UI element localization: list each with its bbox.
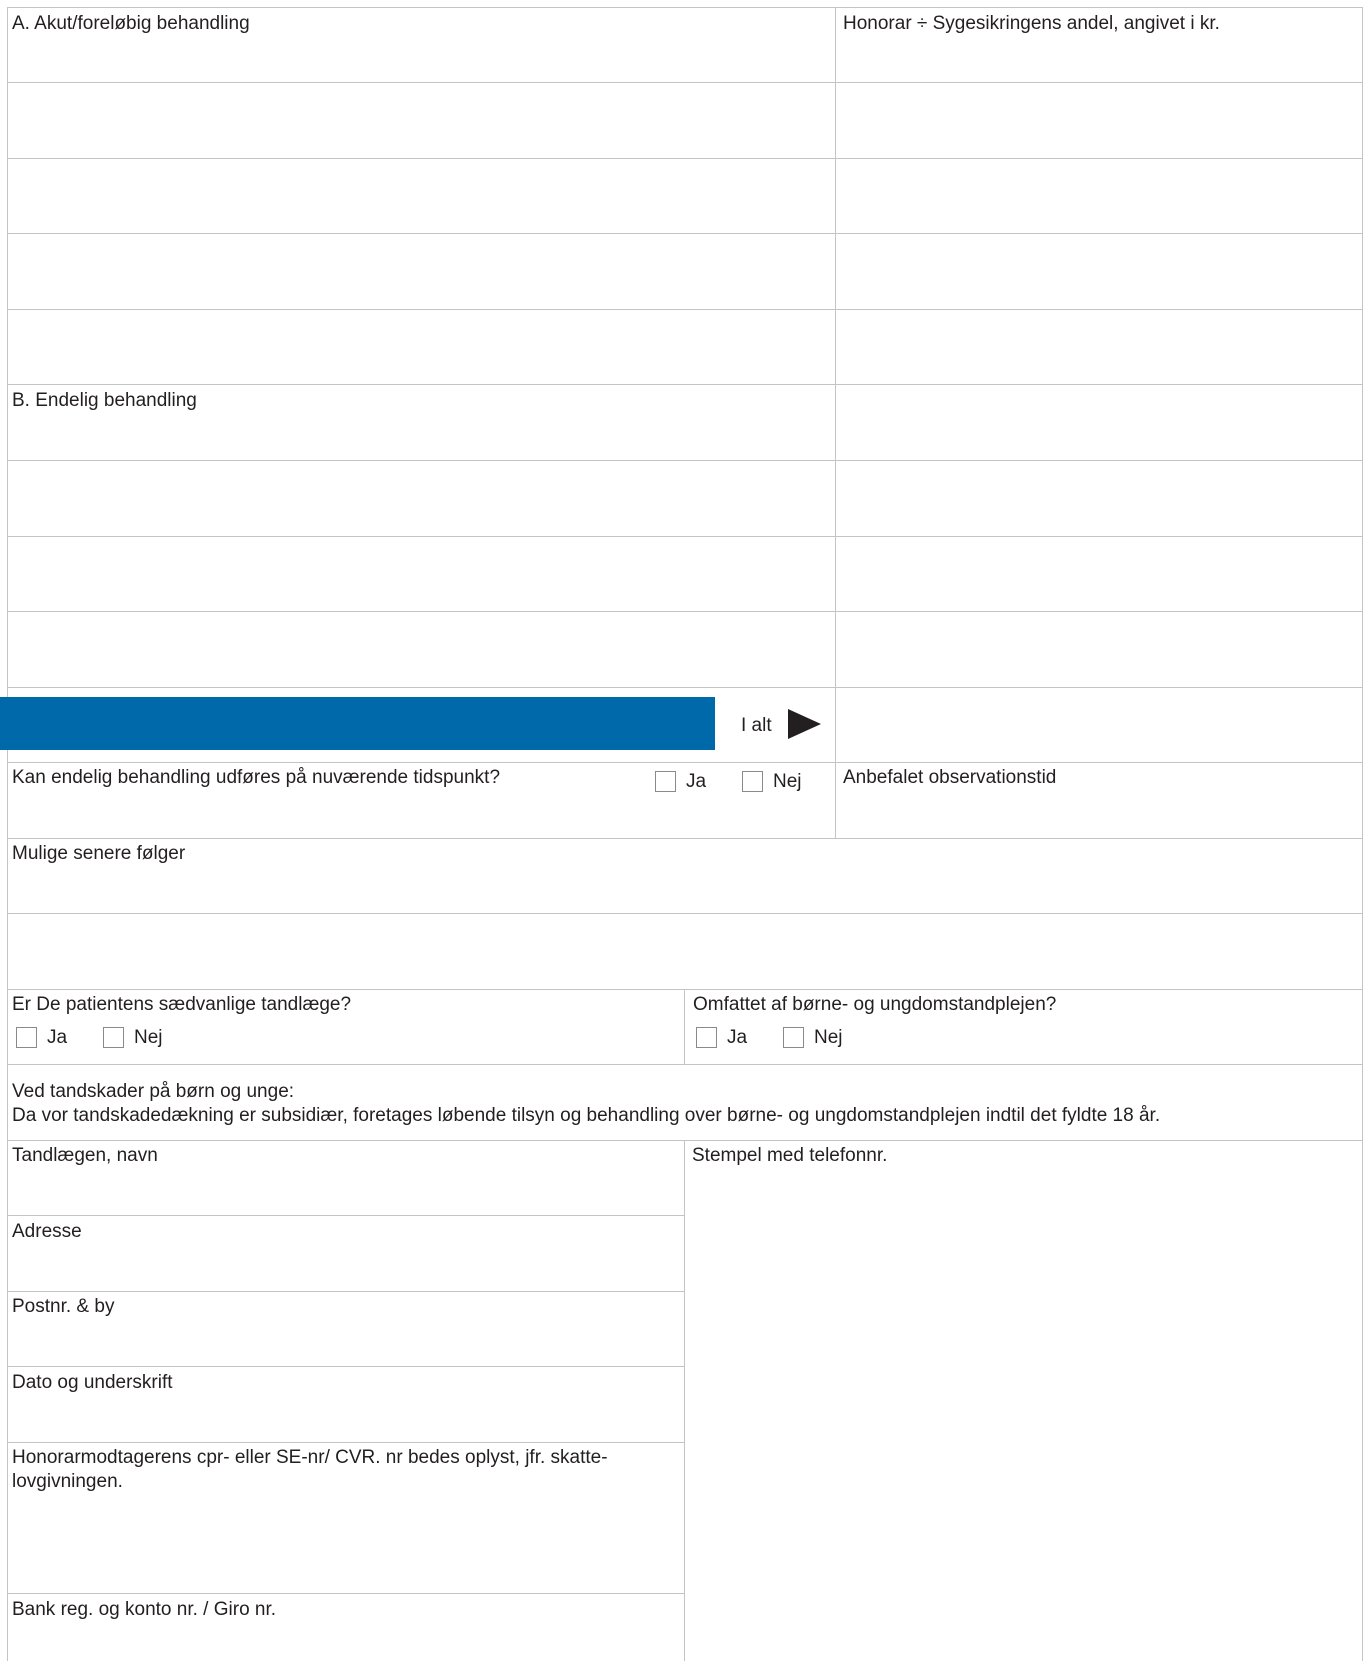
row-line bbox=[7, 1215, 684, 1216]
notice-line-1: Ved tandskader på børn og unge: bbox=[12, 1081, 295, 1102]
row-line bbox=[7, 1064, 1362, 1065]
final-treatment-yes-label: Ja bbox=[686, 771, 707, 792]
fee-field[interactable] bbox=[836, 159, 1362, 233]
total-label: I alt bbox=[741, 715, 772, 736]
cpr-label: Honorarmodtagerens cpr- eller SE-nr/ CVR… bbox=[12, 1447, 608, 1492]
youth-care-yes-label: Ja bbox=[727, 1027, 748, 1048]
fee-field[interactable] bbox=[836, 461, 1362, 536]
row-line bbox=[7, 838, 1362, 839]
dentist-name-field[interactable] bbox=[8, 1168, 684, 1215]
row-line bbox=[7, 1366, 684, 1367]
row-line bbox=[7, 762, 1362, 763]
row-line bbox=[7, 1593, 684, 1594]
consequences-field[interactable] bbox=[8, 914, 1362, 989]
youth-care-no-checkbox[interactable] bbox=[783, 1027, 804, 1048]
stamp-area[interactable] bbox=[685, 1168, 1362, 1661]
row-line bbox=[7, 1442, 684, 1443]
usual-dentist-yes-checkbox[interactable] bbox=[16, 1027, 37, 1048]
youth-care-yes-checkbox[interactable] bbox=[696, 1027, 717, 1048]
section-b-label: B. Endelig behandling bbox=[12, 390, 197, 411]
row-line bbox=[7, 7, 1362, 8]
youth-care-question: Omfattet af børne- og ungdomstandplejen? bbox=[693, 994, 1057, 1015]
arrow-right-icon bbox=[788, 709, 821, 739]
usual-dentist-no-checkbox[interactable] bbox=[103, 1027, 124, 1048]
bank-field[interactable] bbox=[8, 1622, 684, 1661]
final-treatment-no-label: Nej bbox=[773, 771, 802, 792]
final-treatment-no-checkbox[interactable] bbox=[742, 771, 763, 792]
date-signature-field[interactable] bbox=[8, 1395, 684, 1442]
total-field[interactable] bbox=[836, 688, 1362, 762]
fee-field[interactable] bbox=[836, 385, 1362, 460]
notice-line-2: Da vor tandskadedækning er subsidiær, fo… bbox=[12, 1105, 1161, 1126]
fee-field[interactable] bbox=[836, 83, 1362, 158]
col-line bbox=[1362, 7, 1363, 1661]
postal-field[interactable] bbox=[8, 1319, 684, 1366]
usual-dentist-yes-label: Ja bbox=[47, 1027, 68, 1048]
youth-care-no-label: Nej bbox=[814, 1027, 843, 1048]
cpr-field[interactable] bbox=[8, 1496, 684, 1593]
address-label: Adresse bbox=[12, 1221, 82, 1242]
blue-bar bbox=[0, 697, 715, 750]
final-treatment-yes-checkbox[interactable] bbox=[655, 771, 676, 792]
fee-header: Honorar ÷ Sygesikringens andel, angivet … bbox=[843, 13, 1220, 34]
row-line bbox=[7, 1291, 684, 1292]
usual-dentist-no-label: Nej bbox=[134, 1027, 163, 1048]
usual-dentist-question: Er De patientens sædvanlige tandlæge? bbox=[12, 994, 352, 1015]
postal-label: Postnr. & by bbox=[12, 1296, 115, 1317]
fee-field[interactable] bbox=[836, 234, 1362, 309]
fee-field[interactable] bbox=[836, 537, 1362, 611]
dentist-name-label: Tandlægen, navn bbox=[12, 1145, 158, 1166]
consequences-label: Mulige senere følger bbox=[12, 843, 186, 864]
col-line bbox=[684, 989, 685, 1064]
stamp-label: Stempel med telefonnr. bbox=[692, 1145, 888, 1166]
observation-label: Anbefalet observationstid bbox=[843, 767, 1057, 788]
address-field[interactable] bbox=[8, 1244, 684, 1291]
bank-label: Bank reg. og konto nr. / Giro nr. bbox=[12, 1599, 277, 1620]
section-a-label: A. Akut/foreløbig behandling bbox=[12, 13, 250, 34]
final-treatment-question: Kan endelig behandling udføres på nuvære… bbox=[12, 767, 501, 788]
fee-field[interactable] bbox=[836, 612, 1362, 687]
date-signature-label: Dato og underskrift bbox=[12, 1372, 173, 1393]
fee-field[interactable] bbox=[836, 310, 1362, 384]
